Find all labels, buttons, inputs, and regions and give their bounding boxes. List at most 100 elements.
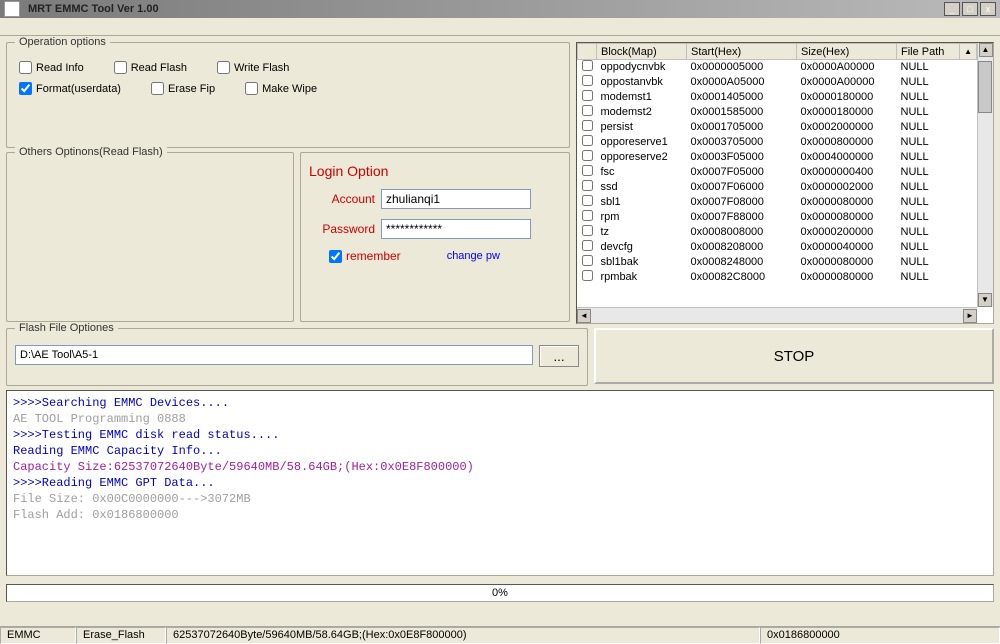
status-bar: EMMC Erase_Flash 62537072640Byte/59640MB… (0, 626, 1000, 644)
row-checkbox[interactable] (582, 90, 593, 101)
flash-legend: Flash File Optiones (15, 322, 118, 334)
minimize-button[interactable]: _ (944, 2, 960, 16)
flash-path-input[interactable] (15, 345, 533, 365)
close-button[interactable]: x (980, 2, 996, 16)
table-row[interactable]: sbl1bak0x00082480000x0000080000NULL (578, 255, 977, 270)
row-checkbox[interactable] (582, 60, 593, 71)
row-checkbox[interactable] (582, 135, 593, 146)
scroll-down-icon[interactable]: ▼ (978, 293, 992, 307)
size-hex: 0x0000000400 (797, 165, 897, 180)
scroll-up-icon[interactable]: ▲ (979, 43, 993, 57)
row-checkbox[interactable] (582, 210, 593, 221)
table-row[interactable]: tz0x00080080000x0000200000NULL (578, 225, 977, 240)
start-hex: 0x0007F88000 (687, 210, 797, 225)
titlebar: MRT EMMC Tool Ver 1.00 _ □ x (0, 0, 1000, 18)
table-row[interactable]: rpm0x0007F880000x0000080000NULL (578, 210, 977, 225)
table-row[interactable]: opporeserve10x00037050000x0000800000NULL (578, 135, 977, 150)
log-line: Capacity Size:62537072640Byte/59640MB/58… (13, 459, 987, 475)
table-row[interactable]: oppostanvbk0x0000A050000x0000A00000NULL (578, 75, 977, 90)
browse-button[interactable]: ... (539, 345, 579, 367)
start-hex: 0x0001405000 (687, 90, 797, 105)
row-checkbox[interactable] (582, 180, 593, 191)
table-row[interactable]: opporeserve20x0003F050000x0004000000NULL (578, 150, 977, 165)
start-hex: 0x0000005000 (687, 60, 797, 75)
operation-legend: Operation options (15, 36, 110, 48)
stop-button[interactable]: STOP (594, 328, 994, 384)
log-line: AE TOOL Programming 0888 (13, 411, 987, 427)
size-hex: 0x0004000000 (797, 150, 897, 165)
status-address: 0x0186800000 (760, 627, 1000, 644)
account-input[interactable] (381, 189, 531, 209)
format-userdata-checkbox[interactable]: Format(userdata) (19, 82, 121, 95)
table-row[interactable]: sbl10x0007F080000x0000080000NULL (578, 195, 977, 210)
block-name: oppostanvbk (597, 75, 687, 90)
start-hex: 0x0001585000 (687, 105, 797, 120)
block-name: sbl1bak (597, 255, 687, 270)
start-hex: 0x0007F06000 (687, 180, 797, 195)
row-checkbox[interactable] (582, 255, 593, 266)
file-path: NULL (897, 75, 960, 90)
menubar (0, 18, 1000, 36)
remember-checkbox[interactable]: remember (329, 249, 401, 263)
block-name: tz (597, 225, 687, 240)
write-flash-checkbox[interactable]: Write Flash (217, 61, 289, 74)
scroll-right-icon[interactable]: ► (963, 309, 977, 323)
column-header[interactable]: Size(Hex) (797, 44, 897, 60)
login-title: Login Option (309, 163, 561, 179)
make-wipe-checkbox[interactable]: Make Wipe (245, 82, 317, 95)
column-header[interactable]: File Path (897, 44, 960, 60)
table-row[interactable]: rpmbak0x00082C80000x0000080000NULL (578, 270, 977, 285)
maximize-button[interactable]: □ (962, 2, 978, 16)
table-row[interactable]: ssd0x0007F060000x0000002000NULL (578, 180, 977, 195)
file-path: NULL (897, 135, 960, 150)
table-row[interactable]: persist0x00017050000x0002000000NULL (578, 120, 977, 135)
status-operation: Erase_Flash (76, 627, 166, 644)
password-input[interactable] (381, 219, 531, 239)
scroll-left-icon[interactable]: ◄ (577, 309, 591, 323)
row-checkbox[interactable] (582, 195, 593, 206)
row-checkbox[interactable] (582, 270, 593, 281)
row-checkbox[interactable] (582, 105, 593, 116)
row-checkbox[interactable] (582, 225, 593, 236)
block-name: rpm (597, 210, 687, 225)
block-name: sbl1 (597, 195, 687, 210)
table-row[interactable]: modemst20x00015850000x0000180000NULL (578, 105, 977, 120)
log-output[interactable]: >>>>Searching EMMC Devices.... AE TOOL P… (6, 390, 994, 576)
partition-table[interactable]: Block(Map)Start(Hex)Size(Hex)File Path ▲ … (576, 42, 994, 324)
start-hex: 0x0003F05000 (687, 150, 797, 165)
block-name: fsc (597, 165, 687, 180)
start-hex: 0x0003705000 (687, 135, 797, 150)
size-hex: 0x0000080000 (797, 255, 897, 270)
log-line: >>>>Reading EMMC GPT Data... (13, 475, 987, 491)
start-hex: 0x0007F08000 (687, 195, 797, 210)
size-hex: 0x0000A00000 (797, 60, 897, 75)
start-hex: 0x0001705000 (687, 120, 797, 135)
file-path: NULL (897, 105, 960, 120)
size-hex: 0x0000040000 (797, 240, 897, 255)
table-row[interactable]: oppodycnvbk0x00000050000x0000A00000NULL (578, 60, 977, 75)
horizontal-scrollbar[interactable]: ◄ ► (577, 307, 977, 323)
row-checkbox[interactable] (582, 150, 593, 161)
read-flash-checkbox[interactable]: Read Flash (114, 61, 187, 74)
start-hex: 0x0008008000 (687, 225, 797, 240)
file-path: NULL (897, 240, 960, 255)
row-checkbox[interactable] (582, 75, 593, 86)
row-checkbox[interactable] (582, 240, 593, 251)
table-row[interactable]: devcfg0x00082080000x0000040000NULL (578, 240, 977, 255)
table-row[interactable]: modemst10x00014050000x0000180000NULL (578, 90, 977, 105)
vertical-scrollbar[interactable]: ▲ ▼ (977, 43, 993, 307)
column-header[interactable]: Start(Hex) (687, 44, 797, 60)
read-info-checkbox[interactable]: Read Info (19, 61, 84, 74)
scroll-thumb[interactable] (978, 61, 992, 113)
file-path: NULL (897, 270, 960, 285)
column-header[interactable]: Block(Map) (597, 44, 687, 60)
size-hex: 0x0000200000 (797, 225, 897, 240)
others-legend: Others Optinons(Read Flash) (15, 146, 167, 158)
row-checkbox[interactable] (582, 120, 593, 131)
row-checkbox[interactable] (582, 165, 593, 176)
block-name: opporeserve2 (597, 150, 687, 165)
change-pw-link[interactable]: change pw (447, 250, 500, 262)
password-label: Password (309, 222, 375, 236)
table-row[interactable]: fsc0x0007F050000x0000000400NULL (578, 165, 977, 180)
erase-fip-checkbox[interactable]: Erase Fip (151, 82, 215, 95)
